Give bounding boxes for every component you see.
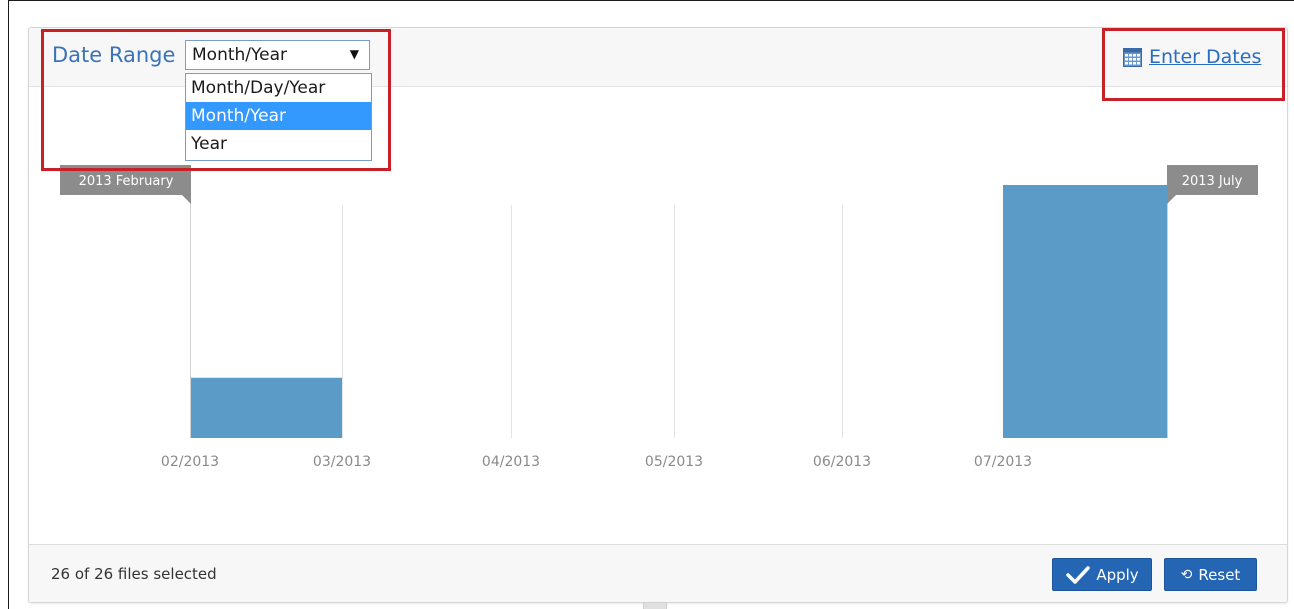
files-selected-text: 26 of 26 files selected [51,565,217,583]
x-tick-label: 04/2013 [482,454,540,470]
page-edge-left [8,0,9,609]
dropdown-option-month-day-year[interactable]: Month/Day/Year [186,74,371,102]
x-tick-label: 03/2013 [313,454,371,470]
x-tick-label: 02/2013 [161,454,219,470]
panel-resize-handle[interactable] [643,602,667,609]
reset-button[interactable]: ⟲ Reset [1164,558,1257,591]
x-tick-label: 06/2013 [813,454,871,470]
date-range-select-value: Month/Year [192,45,288,65]
range-end-tag-pointer [1167,195,1176,204]
panel-footer: 26 of 26 files selected Apply ⟲ Reset [29,544,1287,602]
x-tick-label: 07/2013 [974,454,1032,470]
date-range-panel: Date Range Month/Year ▼ Enter Dates Mont… [28,27,1288,603]
enter-dates-link[interactable]: Enter Dates [1123,45,1261,69]
date-range-label: Date Range [52,43,176,67]
range-start-label: 2013 February [79,174,174,189]
enter-dates-label: Enter Dates [1149,46,1262,68]
chevron-down-icon: ▼ [349,47,359,61]
apply-button-label: Apply [1096,565,1139,584]
range-start-tag-pointer [182,195,191,204]
chart-bar [1003,185,1167,438]
date-range-dropdown: Month/Day/Year Month/Year Year [185,73,372,161]
date-range-select[interactable]: Month/Year ▼ [185,40,370,70]
x-tick-label: 05/2013 [645,454,703,470]
dropdown-option-month-year[interactable]: Month/Year [186,102,371,130]
range-end-label: 2013 July [1182,174,1243,189]
apply-button[interactable]: Apply [1052,558,1152,591]
chart-bar [190,377,342,438]
reset-button-label: Reset [1198,565,1241,584]
undo-icon: ⟲ [1180,566,1193,583]
check-icon [1066,565,1091,584]
dropdown-option-year[interactable]: Year [186,130,371,158]
calendar-icon [1123,47,1142,67]
page-edge-top [8,0,1294,1]
